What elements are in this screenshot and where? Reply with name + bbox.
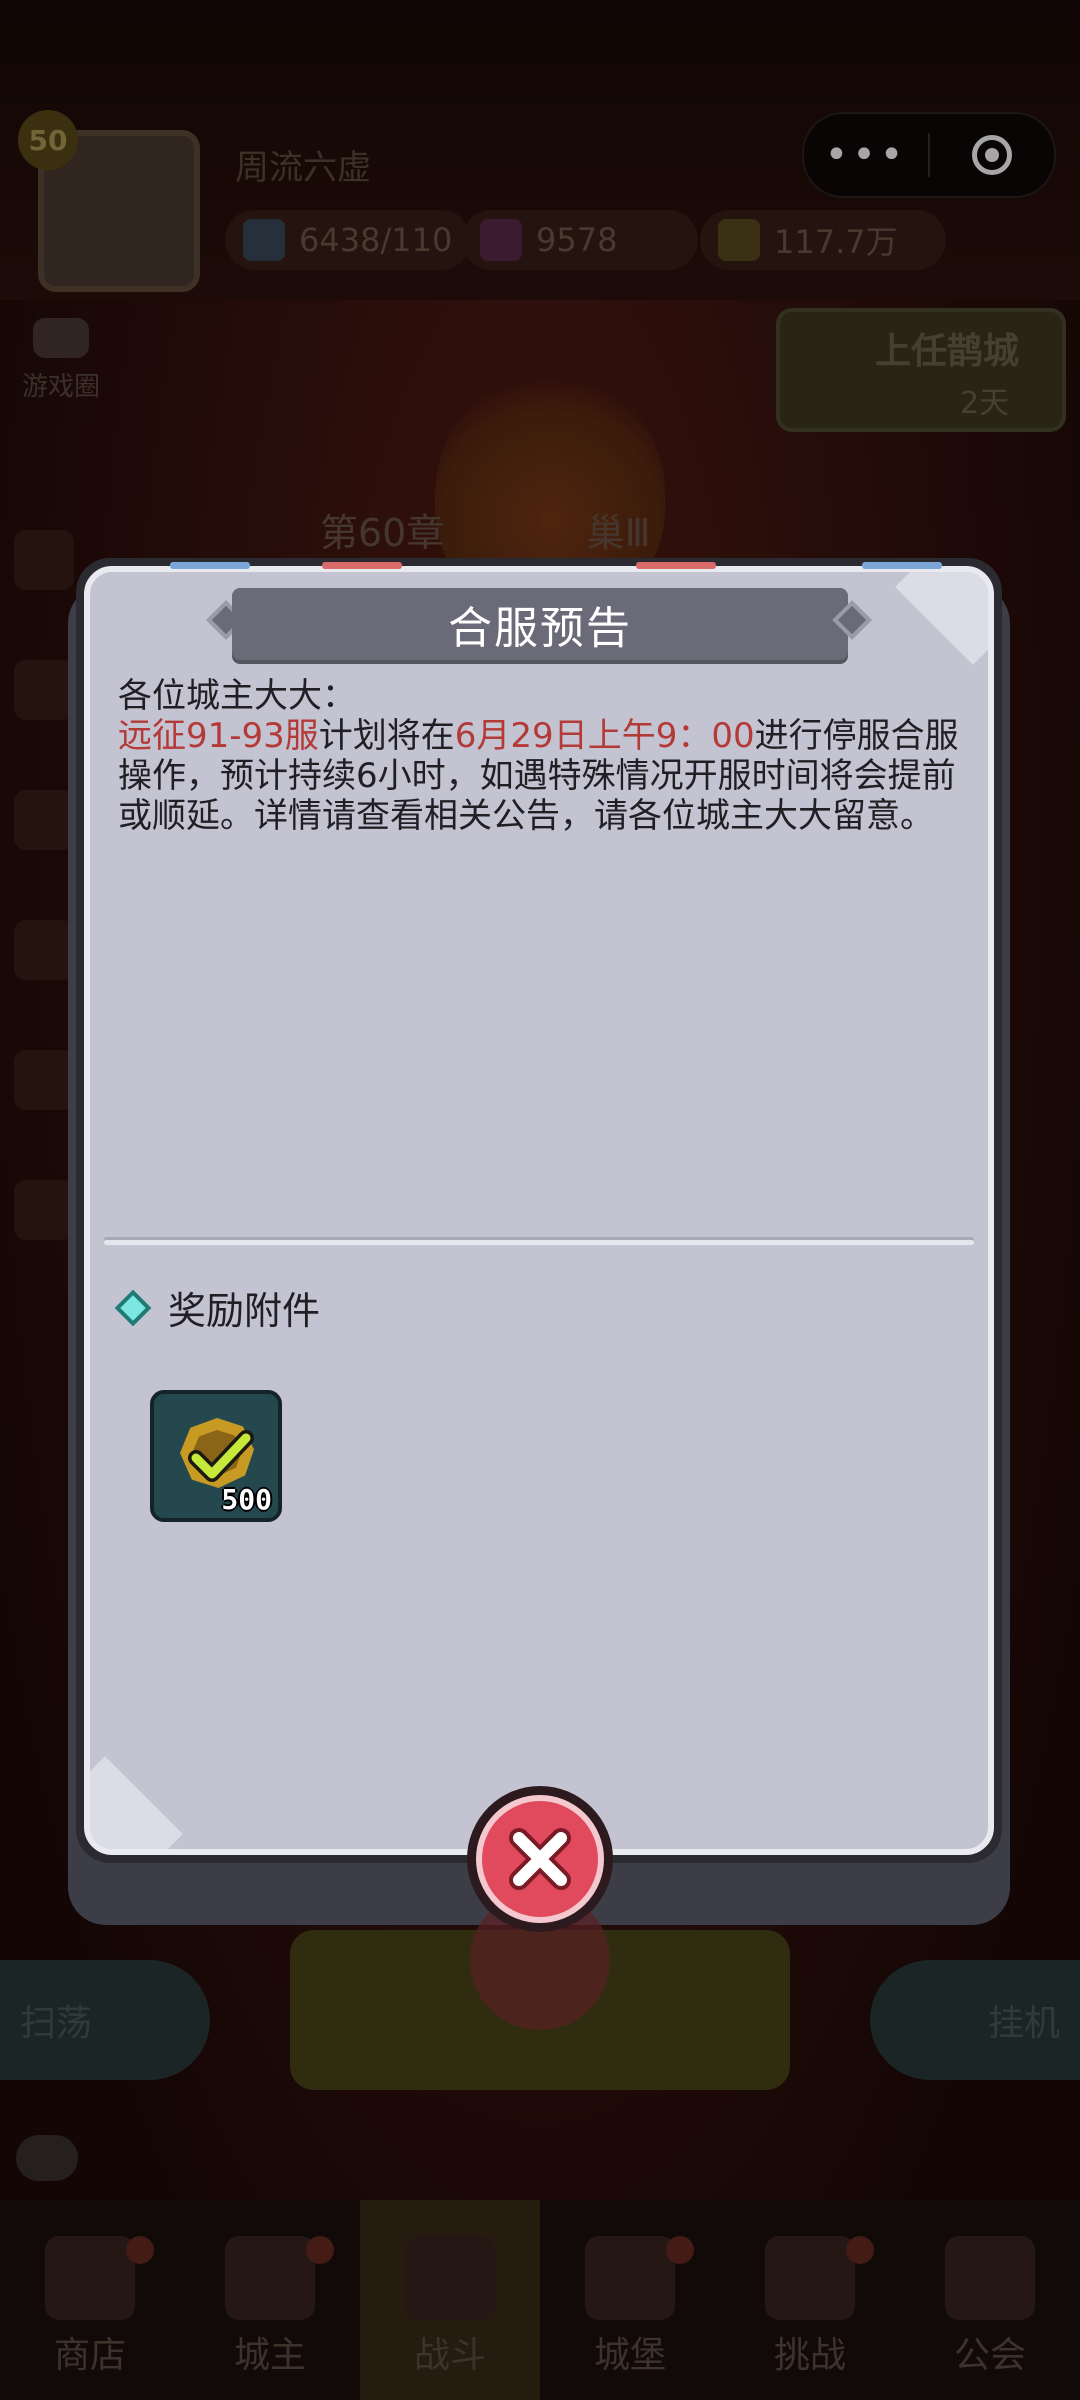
notice-body: 远征91-93服计划将在6月29日上午9：00进行停服合服操作，预计持续6小时，… — [118, 716, 968, 836]
dialog-title-bar: 合服预告 — [232, 588, 848, 660]
accent-strip — [636, 562, 716, 569]
corner-decoration — [90, 1756, 183, 1849]
diamond-bullet-icon — [114, 1289, 152, 1326]
close-button[interactable] — [467, 1786, 613, 1932]
section-divider — [104, 1240, 974, 1245]
notice-server-highlight: 远征91-93服 — [118, 716, 319, 756]
accent-strip — [322, 562, 402, 569]
reward-count: 500 — [221, 1483, 272, 1516]
corner-decoration — [895, 572, 988, 665]
notice-part1: 计划将在 — [318, 716, 455, 756]
accent-strip — [170, 562, 250, 569]
notice-greeting: 各位城主大大： — [118, 676, 356, 716]
close-button-face — [476, 1795, 604, 1923]
notice-text: 各位城主大大： 远征91-93服计划将在6月29日上午9：00进行停服合服操作，… — [118, 676, 968, 836]
reward-item[interactable]: 500 — [150, 1390, 282, 1522]
notice-time-highlight: 6月29日上午9：00 — [454, 716, 755, 756]
reward-title: 奖励附件 — [168, 1289, 321, 1333]
close-icon — [509, 1828, 571, 1890]
reward-header: 奖励附件 — [114, 1280, 321, 1335]
accent-strip — [862, 562, 942, 569]
dialog-title: 合服预告 — [448, 603, 632, 654]
